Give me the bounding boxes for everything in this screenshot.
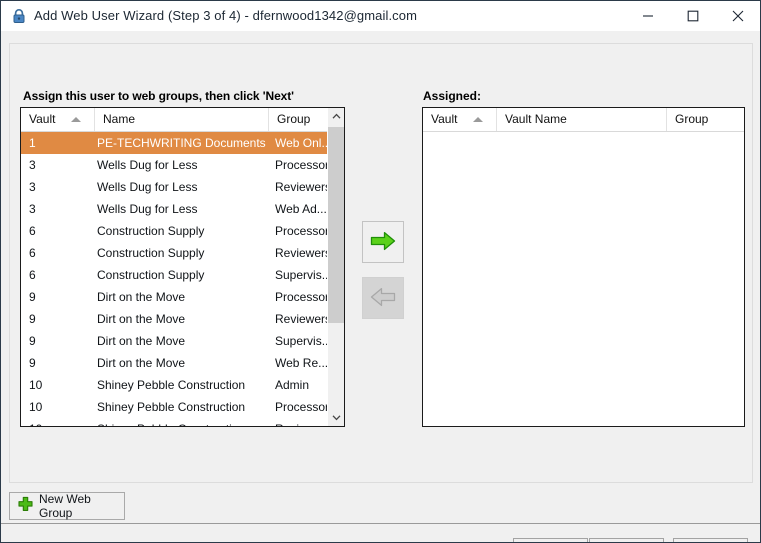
cell-vault: 10	[29, 418, 101, 426]
cell-vault: 9	[29, 334, 36, 348]
cell-group: Reviewers	[275, 180, 327, 194]
cell-name: Wells Dug for Less	[97, 180, 198, 194]
cell-name: Wells Dug for Less	[97, 202, 198, 216]
new-web-group-button[interactable]: New Web Group	[9, 492, 125, 520]
wizard-window: Add Web User Wizard (Step 3 of 4) - dfer…	[0, 0, 761, 543]
cell-group: Revi...	[275, 418, 327, 426]
cell-name: Dirt on the Move	[97, 356, 186, 370]
arrow-left-icon	[370, 287, 396, 310]
table-row[interactable]: 9 Dirt on the Move Supervis...	[21, 330, 327, 352]
cell-vault: 9	[29, 312, 36, 326]
assigned-list-header: Vault Vault Name Group	[423, 108, 744, 132]
table-row[interactable]: 1 PE-TECHWRITING Documents Web Onl...	[21, 132, 327, 154]
cell-vault: 6	[29, 246, 36, 260]
title-bar: Add Web User Wizard (Step 3 of 4) - dfer…	[1, 1, 760, 31]
cell-name: PE-TECHWRITING Documents	[97, 136, 266, 150]
column-header-vault[interactable]: Vault	[423, 108, 497, 131]
next-button[interactable]: Next >	[589, 538, 664, 542]
arrow-right-icon	[370, 231, 396, 254]
sort-ascending-icon	[473, 117, 483, 122]
cell-name: Dirt on the Move	[97, 290, 186, 304]
window-title: Add Web User Wizard (Step 3 of 4) - dfer…	[34, 8, 418, 23]
cell-vault: 6	[29, 224, 36, 238]
scrollbar-track[interactable]	[328, 323, 344, 409]
assigned-groups-list[interactable]: Vault Vault Name Group	[422, 107, 745, 427]
cell-group: Supervis...	[275, 268, 327, 282]
table-row[interactable]: 10 Shiney Pebble Construction Processors	[21, 396, 327, 418]
cell-vault: 10	[29, 378, 43, 392]
close-button[interactable]	[715, 1, 760, 31]
cell-group: Processors	[275, 224, 327, 238]
cell-group: Processors	[275, 158, 327, 172]
cancel-button[interactable]: Cancel	[673, 538, 748, 542]
cell-name: Shiney Pebble Construction	[97, 378, 246, 392]
table-row[interactable]: 9 Dirt on the Move Web Re...	[21, 352, 327, 374]
cell-vault: 1	[29, 136, 36, 150]
cell-vault: 3	[29, 202, 36, 216]
cell-group: Web Re...	[275, 356, 327, 370]
column-header-vault[interactable]: Vault	[21, 108, 95, 131]
scrollbar-thumb[interactable]	[328, 127, 344, 323]
cell-vault: 10	[29, 400, 43, 414]
lock-icon	[11, 8, 27, 24]
table-row[interactable]: 3 Wells Dug for Less Reviewers	[21, 176, 327, 198]
table-row[interactable]: 3 Wells Dug for Less Processors	[21, 154, 327, 176]
assigned-label: Assigned:	[423, 89, 482, 103]
cell-group: Reviewers	[275, 246, 327, 260]
cell-name: Shiney Pebble Construction	[97, 418, 272, 426]
cell-group: Reviewers	[275, 312, 327, 326]
cell-group: Processors	[275, 290, 327, 304]
cell-name: Wells Dug for Less	[97, 158, 198, 172]
cell-group: Web Ad...	[275, 202, 327, 216]
instruction-label: Assign this user to web groups, then cli…	[23, 89, 294, 103]
cell-vault: 9	[29, 290, 36, 304]
assign-button[interactable]	[362, 221, 404, 263]
table-row[interactable]: 6 Construction Supply Supervis...	[21, 264, 327, 286]
cell-name: Dirt on the Move	[97, 312, 186, 326]
chevron-up-icon[interactable]	[328, 108, 344, 125]
sort-ascending-icon	[71, 117, 81, 122]
plus-icon	[17, 496, 34, 516]
cell-group: Web Onl...	[275, 136, 327, 150]
cell-name: Construction Supply	[97, 224, 205, 238]
new-web-group-label: New Web Group	[39, 492, 91, 520]
cell-vault: 3	[29, 180, 36, 194]
column-header-group[interactable]: Group	[667, 108, 744, 131]
back-button[interactable]: < Back	[513, 538, 588, 542]
dialog-body: Assign this user to web groups, then cli…	[1, 31, 760, 542]
table-row[interactable]: 10 Shiney Pebble Construction Admin	[21, 374, 327, 396]
vertical-scrollbar[interactable]	[327, 108, 344, 426]
column-header-name[interactable]: Name	[95, 108, 269, 131]
available-list-header: Vault Name Group	[21, 108, 327, 132]
cell-group: Admin	[275, 378, 310, 392]
minimize-button[interactable]	[625, 1, 670, 31]
maximize-button[interactable]	[670, 1, 715, 31]
cell-group: Supervis...	[275, 334, 327, 348]
table-row[interactable]: 3 Wells Dug for Less Web Ad...	[21, 198, 327, 220]
cell-vault: 6	[29, 268, 36, 282]
cell-group: Processors	[275, 400, 327, 414]
chevron-down-icon[interactable]	[328, 409, 344, 426]
assigned-list-rows	[423, 132, 744, 426]
column-header-vault-name[interactable]: Vault Name	[497, 108, 667, 131]
cell-name: Construction Supply	[97, 246, 205, 260]
cell-name: Shiney Pebble Construction	[97, 400, 246, 414]
table-row[interactable]: 9 Dirt on the Move Reviewers	[21, 308, 327, 330]
unassign-button	[362, 277, 404, 319]
table-row[interactable]: 6 Construction Supply Processors	[21, 220, 327, 242]
table-row[interactable]: 10 Shiney Pebble Construction Revi...	[21, 418, 327, 426]
cell-vault: 9	[29, 356, 36, 370]
table-row[interactable]: 9 Dirt on the Move Processors	[21, 286, 327, 308]
footer-bar: < Back Next > Cancel	[1, 524, 760, 542]
available-list-rows: 1 PE-TECHWRITING Documents Web Onl... 3 …	[21, 132, 327, 426]
cell-name: Dirt on the Move	[97, 334, 186, 348]
cell-vault: 3	[29, 158, 36, 172]
table-row[interactable]: 6 Construction Supply Reviewers	[21, 242, 327, 264]
column-header-group[interactable]: Group	[269, 108, 327, 131]
cell-name: Construction Supply	[97, 268, 205, 282]
available-groups-list[interactable]: Vault Name Group 1 PE-TECHWRITING Docume…	[20, 107, 345, 427]
